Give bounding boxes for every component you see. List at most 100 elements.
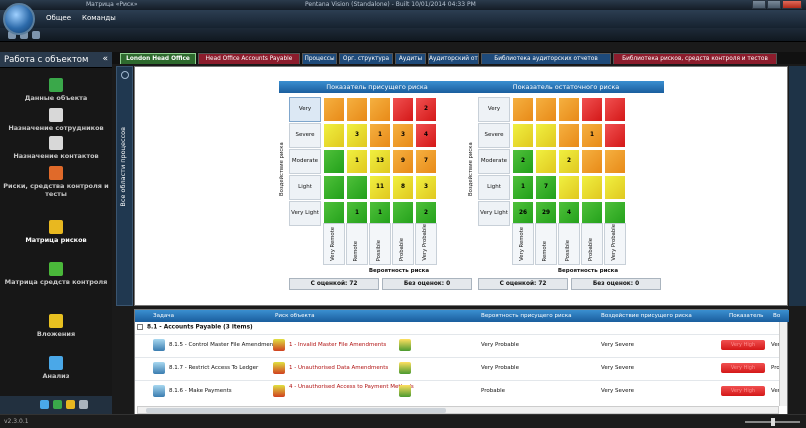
likelihood-column-label[interactable]: Very Remote [512,223,534,265]
matrix-cell[interactable] [323,97,345,122]
matrix-cell[interactable]: 1 [581,123,603,148]
matrix-cell[interactable] [558,175,580,200]
matrix-cell[interactable] [369,97,391,122]
zoom-knob[interactable] [771,418,775,426]
matrix-cell[interactable] [581,175,603,200]
sidebar-item[interactable]: Назначение сотрудников [0,108,112,132]
sidebar-item[interactable]: Матрица рисков [0,220,112,244]
tab-1[interactable]: London Head Office [120,53,196,64]
matrix-cell[interactable]: 7 [535,175,557,200]
vertical-scrollbar[interactable] [779,322,787,406]
tab-6[interactable]: Аудиторский отчет [428,53,479,64]
matrix-cell[interactable] [512,97,534,122]
impact-row-label[interactable]: Very Severe [289,97,321,135]
matrix-cell[interactable] [558,123,580,148]
matrix-cell[interactable] [604,123,626,148]
column-object-risk[interactable]: Риск объекта [275,313,315,319]
settings-shortcut-icon[interactable] [79,400,88,409]
impact-row-label[interactable]: Very Severe [478,97,510,135]
matrix-cell[interactable] [581,149,603,174]
process-areas-panel[interactable]: Все области процессов [116,66,133,306]
impact-row-label[interactable]: Severe [478,123,510,148]
matrix-cell[interactable]: 4 [415,123,437,148]
tab-2[interactable]: Head Office Accounts Payable [198,53,300,64]
expand-icon[interactable] [121,71,129,79]
minimize-button[interactable] [752,0,766,9]
dropdown-icon[interactable] [32,31,40,39]
tab-3[interactable]: Процессы [302,53,337,64]
likelihood-column-label[interactable]: Remote [346,223,368,265]
matrix-shortcut-icon[interactable] [66,400,75,409]
task-cell[interactable]: 8.1.7 - Restrict Access To Ledger [169,365,258,371]
likelihood-column-label[interactable]: Very Probable [415,223,437,265]
impact-row-label[interactable]: Very Light [478,201,510,226]
matrix-cell[interactable]: 1 [346,149,368,174]
matrix-cell[interactable]: 1 [512,175,534,200]
matrix-cell[interactable] [558,97,580,122]
scroll-thumb[interactable] [146,408,446,413]
likelihood-column-label[interactable]: Very Probable [604,223,626,265]
matrix-cell[interactable]: 2 [558,149,580,174]
impact-row-label[interactable]: Severe [289,123,321,148]
matrix-cell[interactable] [535,97,557,122]
matrix-cell[interactable]: 3 [346,123,368,148]
close-button[interactable] [782,0,802,9]
table-row[interactable]: 8.1.5 - Control Master File Amendments 1 … [135,334,785,356]
matrix-cell[interactable] [346,175,368,200]
impact-row-label[interactable]: Very Light [289,201,321,226]
matrix-cell[interactable]: 13 [369,149,391,174]
sidebar-item[interactable]: Назначение контактов [0,136,112,160]
risk-cell[interactable]: 4 - Unauthorised Access to Payment Metho… [289,384,414,391]
ribbon-tab-general[interactable]: Общее [46,14,71,22]
impact-row-label[interactable]: Light [289,175,321,200]
sidebar-item[interactable]: Анализ [0,356,112,380]
likelihood-column-label[interactable]: Possible [369,223,391,265]
matrix-cell[interactable] [604,97,626,122]
column-rating[interactable]: Показатель [729,313,763,319]
task-cell[interactable]: 8.1.6 - Make Payments [169,388,232,394]
likelihood-column-label[interactable]: Probable [392,223,414,265]
matrix-cell[interactable] [535,149,557,174]
matrix-cell[interactable]: 2 [415,97,437,122]
tab-5[interactable]: Аудиты [395,53,426,64]
matrix-cell[interactable] [535,123,557,148]
collapse-nav-icon[interactable]: « [102,54,108,64]
impact-row-label[interactable]: Moderate [478,149,510,174]
sidebar-item[interactable]: Риски, средства контроля и тесты [0,166,112,198]
matrix-cell[interactable]: 8 [392,175,414,200]
matrix-cell[interactable]: 3 [392,123,414,148]
likelihood-column-label[interactable]: Remote [535,223,557,265]
ribbon-tab-commands[interactable]: Команды [82,14,116,22]
data-shortcut-icon[interactable] [53,400,62,409]
column-inherent-likelihood[interactable]: Вероятность присущего риска [481,313,572,319]
zoom-slider[interactable] [745,418,800,426]
collapse-group-icon[interactable] [137,324,143,330]
matrix-cell[interactable]: 3 [415,175,437,200]
table-row[interactable]: 8.1.7 - Restrict Access To Ledger 1 - Una… [135,357,785,379]
analysis-shortcut-icon[interactable] [40,400,49,409]
matrix-cell[interactable] [604,175,626,200]
matrix-cell[interactable]: 1 [369,123,391,148]
likelihood-column-label[interactable]: Very Remote [323,223,345,265]
group-row[interactable]: 8.1 - Accounts Payable (3 items) [137,324,253,331]
matrix-cell[interactable]: 9 [392,149,414,174]
tab-4[interactable]: Орг. структура [339,53,393,64]
matrix-cell[interactable] [346,97,368,122]
matrix-cell[interactable] [512,123,534,148]
task-cell[interactable]: 8.1.5 - Control Master File Amendments [169,342,278,348]
maximize-button[interactable] [767,0,781,9]
matrix-cell[interactable]: 11 [369,175,391,200]
matrix-cell[interactable] [392,97,414,122]
tab-7[interactable]: Библиотека аудиторских отчетов [481,53,611,64]
likelihood-column-label[interactable]: Possible [558,223,580,265]
matrix-cell[interactable]: 2 [512,149,534,174]
risk-cell[interactable]: 1 - Unauthorised Data Amendments [289,365,388,372]
matrix-cell[interactable]: 7 [415,149,437,174]
table-row[interactable]: 8.1.6 - Make Payments 4 - Unauthorised Ac… [135,380,785,402]
horizontal-scrollbar[interactable] [137,406,779,414]
sidebar-item[interactable]: Данные объекта [0,78,112,102]
tab-8[interactable]: Библиотека рисков, средств контроля и те… [613,53,777,64]
sidebar-item[interactable]: Матрица средств контроля [0,262,112,286]
impact-row-label[interactable]: Light [478,175,510,200]
matrix-cell[interactable] [581,97,603,122]
